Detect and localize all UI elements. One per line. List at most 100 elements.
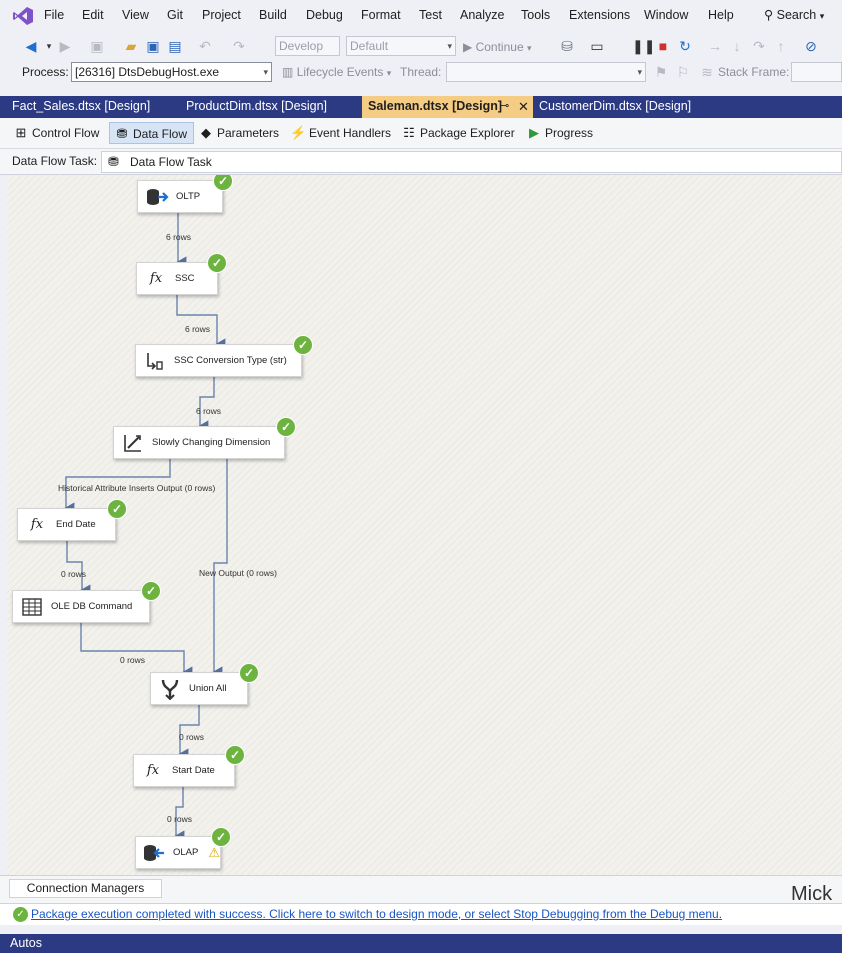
back-icon[interactable]: ◀ [22, 38, 40, 54]
attach-icon[interactable]: ⛁ [558, 38, 576, 54]
component-slowly-changing-dimension[interactable]: Slowly Changing Dimension [113, 426, 285, 459]
chevron-down-icon: ▾ [447, 41, 452, 51]
derived-column-icon: fx [146, 763, 160, 778]
component-start-date[interactable]: fx Start Date [133, 754, 235, 787]
tab-progress[interactable]: ▶ Progress [526, 122, 593, 144]
component-ssc-derived-column[interactable]: fx SSC [136, 262, 218, 295]
chevron-down-icon: ▾ [637, 67, 642, 77]
left-gutter [0, 175, 7, 875]
tab-data-flow[interactable]: ⛃ Data Flow [109, 122, 194, 144]
step-into-icon[interactable]: ↓ [728, 38, 746, 54]
play-icon: ▶ [463, 40, 473, 54]
component-oltp-source[interactable]: OLTP [137, 180, 223, 213]
chevron-down-icon: ▾ [263, 67, 268, 77]
lifecycle-events-button[interactable]: ▥ Lifecycle Events ▾ [282, 65, 391, 79]
tab-package-explorer[interactable]: ☷ Package Explorer [401, 122, 515, 144]
standard-toolbar: ◀ ▾ ▶ ▣ ▰ ▣ ▤ ↶ ↷ Develop Default ▾ ▶ Co… [0, 32, 842, 60]
save-all-icon[interactable]: ▤ [166, 38, 184, 54]
menu-view[interactable]: View [122, 8, 149, 22]
doc-tab-fact-sales[interactable]: Fact_Sales.dtsx [Design] [6, 96, 180, 118]
component-ssc-conversion[interactable]: SSC Conversion Type (str) [135, 344, 302, 377]
step-out-icon[interactable]: ↑ [772, 38, 790, 54]
switch-to-design-mode-link[interactable]: Package execution completed with success… [31, 907, 722, 921]
connection-managers-tab[interactable]: Connection Managers [9, 879, 162, 898]
data-conversion-icon [142, 349, 168, 373]
data-flow-icon: ⛃ [116, 126, 128, 141]
flow-path [174, 787, 185, 842]
breakpoint-window-icon[interactable]: ▭ [588, 38, 606, 54]
data-flow-task-selector[interactable]: ⛃ Data Flow Task [101, 151, 842, 173]
doc-tab-customerdim[interactable]: CustomerDim.dtsx [Design] [533, 96, 726, 118]
autos-window-header[interactable]: Autos [0, 934, 842, 953]
flow-path [66, 541, 91, 596]
step-over-icon[interactable]: ↷ [750, 38, 768, 54]
component-end-date[interactable]: fx End Date [17, 508, 116, 541]
derived-column-icon: fx [149, 271, 163, 286]
show-next-statement-icon[interactable]: → [706, 38, 724, 54]
scd-icon [120, 431, 146, 455]
flow-label: 6 rows [166, 232, 192, 242]
vs-logo-icon[interactable] [12, 6, 34, 29]
open-folder-icon[interactable]: ▰ [122, 38, 140, 54]
doc-tab-productdim[interactable]: ProductDim.dtsx [Design] [180, 96, 362, 118]
menu-test[interactable]: Test [419, 8, 442, 22]
flow-label: 6 rows [196, 406, 222, 416]
menu-file[interactable]: File [44, 8, 64, 22]
process-combo[interactable]: [26316] DtsDebugHost.exe ▾ [71, 62, 272, 82]
ole-db-command-icon [19, 595, 45, 619]
stack-frame-label: Stack Frame: [718, 65, 790, 79]
success-check-icon: ✓ [13, 907, 28, 922]
menu-debug[interactable]: Debug [306, 8, 343, 22]
continue-button[interactable]: ▶ Continue ▾ [463, 40, 532, 54]
close-icon[interactable]: ✕ [518, 96, 529, 117]
database-source-icon [144, 185, 170, 209]
document-tab-strip: Fact_Sales.dtsx [Design] ProductDim.dtsx… [0, 96, 842, 118]
save-icon[interactable]: ▣ [144, 38, 162, 54]
new-item-icon[interactable]: ▣ [88, 38, 106, 54]
platform-combo[interactable]: Default ▾ [346, 36, 456, 56]
flag-icon[interactable]: ⚑ [652, 64, 670, 80]
menu-git[interactable]: Git [167, 8, 183, 22]
menu-analyze[interactable]: Analyze [460, 8, 504, 22]
undo-icon[interactable]: ↶ [196, 38, 214, 54]
thread-combo[interactable]: ▾ [446, 62, 646, 82]
pause-icon[interactable]: ❚❚ [632, 38, 655, 54]
menu-project[interactable]: Project [202, 8, 241, 22]
menu-tools[interactable]: Tools [521, 8, 550, 22]
component-union-all[interactable]: Union All [150, 672, 248, 705]
debug-location-toolbar: Process: [26316] DtsDebugHost.exe ▾ ▥ Li… [0, 60, 842, 86]
search-button[interactable]: ⚲ Search ▾ [764, 7, 824, 22]
menu-help[interactable]: Help [708, 8, 734, 22]
tab-control-flow[interactable]: ⊞ Control Flow [13, 122, 100, 144]
tab-parameters[interactable]: ◆ Parameters [198, 122, 279, 144]
configuration-combo[interactable]: Develop [275, 36, 340, 56]
flow-path [176, 295, 226, 350]
menu-extensions[interactable]: Extensions [569, 8, 630, 22]
redo-icon[interactable]: ↷ [230, 38, 248, 54]
chevron-down-icon: ▾ [819, 11, 825, 21]
flow-label: 6 rows [185, 324, 211, 334]
component-olap-destination[interactable]: OLAP ⚠ [135, 836, 221, 869]
component-ole-db-command[interactable]: OLE DB Command [12, 590, 150, 623]
union-all-icon [157, 677, 183, 701]
data-flow-canvas[interactable]: 6 rows 6 rows 6 rows Historical Attribut… [7, 175, 842, 875]
warning-icon: ⚠ [208, 844, 220, 860]
flow-label: 0 rows [167, 814, 193, 824]
stop-icon[interactable]: ■ [654, 38, 672, 54]
lifecycle-icon: ▥ [282, 65, 294, 79]
flag-threads-icon[interactable]: ⚐ [674, 64, 692, 80]
tab-event-handlers[interactable]: ⚡ Event Handlers [290, 122, 391, 144]
menu-build[interactable]: Build [259, 8, 287, 22]
stack-frame-combo[interactable] [791, 62, 842, 82]
restart-icon[interactable]: ↻ [676, 38, 694, 54]
data-flow-task-bar: Data Flow Task: ⛃ Data Flow Task [0, 149, 842, 175]
progress-icon: ▶ [529, 125, 539, 140]
menu-edit[interactable]: Edit [82, 8, 104, 22]
flow-label: 0 rows [61, 569, 87, 579]
filter-icon[interactable]: ⊘ [802, 38, 820, 54]
forward-icon[interactable]: ▶ [56, 38, 74, 54]
pin-icon[interactable]: ⊸ [500, 96, 509, 117]
menu-window[interactable]: Window [644, 8, 688, 22]
doc-tab-saleman[interactable]: Saleman.dtsx [Design] ⊸ ✕ [362, 96, 533, 118]
menu-format[interactable]: Format [361, 8, 401, 22]
